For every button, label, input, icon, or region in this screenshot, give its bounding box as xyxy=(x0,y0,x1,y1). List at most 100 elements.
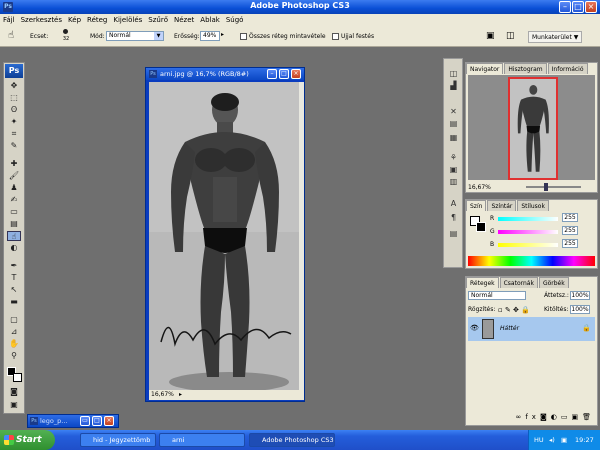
zoom-slider-thumb[interactable] xyxy=(544,183,548,191)
layer-comps-dock-icon[interactable]: ▤ xyxy=(448,229,459,239)
tab-swatches[interactable]: Színtár xyxy=(487,200,517,211)
chevron-down-icon[interactable]: ▼ xyxy=(154,32,163,40)
workspace-button[interactable]: Munkaterület ▼ xyxy=(528,31,583,43)
smudge-tool-icon[interactable]: ☝ xyxy=(8,30,14,41)
channel-b-value[interactable]: 255 xyxy=(562,239,578,248)
palette-well-icon[interactable]: ◫ xyxy=(506,31,515,41)
doc-maximize-icon[interactable]: □ xyxy=(279,69,289,79)
menu-select[interactable]: Kijelölés xyxy=(113,16,142,24)
menu-image[interactable]: Kép xyxy=(68,16,81,24)
color-spectrum-ramp[interactable] xyxy=(468,256,595,266)
menu-help[interactable]: Súgó xyxy=(226,16,244,24)
clock[interactable]: 19:27 xyxy=(575,430,594,450)
sample-all-checkbox[interactable] xyxy=(240,33,247,40)
brush-picker[interactable]: 32 xyxy=(58,28,74,44)
layer-row[interactable]: 👁 Háttér 🔒 xyxy=(468,317,595,341)
mask-icon[interactable]: ◙ xyxy=(540,413,551,421)
shape-tool-icon[interactable]: ▬ xyxy=(7,297,21,307)
document-zoom[interactable]: 16,67% xyxy=(151,391,174,398)
tab-navigator[interactable]: Navigator xyxy=(466,63,504,74)
close-icon[interactable]: × xyxy=(585,1,597,13)
menu-file[interactable]: Fájl xyxy=(3,16,15,24)
start-button[interactable]: Start xyxy=(0,430,55,450)
history-brush-icon[interactable]: ✍ xyxy=(7,195,21,205)
eyedropper-tool-icon[interactable]: ⊿ xyxy=(7,327,21,337)
finger-paint-checkbox[interactable] xyxy=(332,33,339,40)
layer-name[interactable]: Háttér xyxy=(500,325,519,332)
pen-tool-icon[interactable]: ✒ xyxy=(7,261,21,271)
paragraph-dock-icon[interactable]: ¶ xyxy=(448,213,459,223)
strength-input[interactable]: 49% xyxy=(200,31,220,41)
minimized-document[interactable]: Ps lego_p... ▭ □ × xyxy=(27,414,119,428)
marquee-tool-icon[interactable]: ⬚ xyxy=(7,93,21,103)
actions-dock-icon[interactable]: ▦ xyxy=(448,133,459,143)
menu-edit[interactable]: Szerkesztés xyxy=(21,16,62,24)
gradient-tool-icon[interactable]: ▤ xyxy=(7,219,21,229)
crop-tool-icon[interactable]: ⌗ xyxy=(7,129,21,139)
tab-channels[interactable]: Csatornák xyxy=(499,277,538,288)
tab-styles[interactable]: Stílusok xyxy=(517,200,549,211)
minidoc-maximize-icon[interactable]: □ xyxy=(92,416,102,426)
strength-arrow-icon[interactable]: ▸ xyxy=(221,31,224,38)
minimize-icon[interactable]: – xyxy=(559,1,571,13)
file-browser-icon[interactable]: ▣ xyxy=(486,31,495,41)
menu-layer[interactable]: Réteg xyxy=(87,16,107,24)
navigator-zoom-slider[interactable] xyxy=(526,183,581,191)
new-layer-icon[interactable]: ▣ xyxy=(571,413,582,421)
navigator-preview[interactable] xyxy=(468,75,595,180)
history-dock-icon[interactable]: ▤ xyxy=(448,119,459,129)
tab-info[interactable]: Információ xyxy=(547,63,588,74)
doc-close-icon[interactable]: × xyxy=(291,69,301,79)
maximize-icon[interactable]: □ xyxy=(572,1,584,13)
adjustment-icon[interactable]: ◐ xyxy=(551,413,561,421)
brushes-dock-icon[interactable]: ⚘ xyxy=(448,153,459,163)
mode-select[interactable]: Normál ▼ xyxy=(106,31,164,41)
minidoc-restore-icon[interactable]: ▭ xyxy=(80,416,90,426)
eye-icon[interactable]: 👁 xyxy=(470,324,479,332)
path-select-icon[interactable]: ↖ xyxy=(7,285,21,295)
volume-icon[interactable]: ◂) xyxy=(549,430,555,450)
fill-input[interactable]: 100% xyxy=(570,305,590,314)
channel-r-value[interactable]: 255 xyxy=(562,213,578,222)
color-bg-swatch[interactable] xyxy=(476,222,486,232)
lock-icons[interactable]: ▫ ✎ ✥ 🔒 xyxy=(498,306,530,314)
navigator-view-box[interactable] xyxy=(508,77,558,180)
folder-icon[interactable]: ▭ xyxy=(561,413,572,421)
language-indicator[interactable]: HU xyxy=(534,430,544,450)
brush-tool-icon[interactable]: 🖌 xyxy=(7,171,21,181)
background-color-swatch[interactable] xyxy=(13,373,22,382)
healing-tool-icon[interactable]: ✚ xyxy=(7,159,21,169)
doc-minimize-icon[interactable]: – xyxy=(267,69,277,79)
network-icon[interactable]: ▣ xyxy=(561,430,567,450)
tab-curves[interactable]: Görbék xyxy=(538,277,569,288)
channel-g-value[interactable]: 255 xyxy=(562,226,578,235)
tab-color[interactable]: Szín xyxy=(466,200,487,211)
character-dock-icon[interactable]: A xyxy=(448,199,459,209)
taskbar-item-photoshop[interactable]: Adobe Photoshop CS3 xyxy=(249,433,335,447)
dodge-tool-icon[interactable]: ◐ xyxy=(7,243,21,253)
status-menu-icon[interactable]: ▸ xyxy=(179,390,182,400)
tab-layers[interactable]: Rétegek xyxy=(466,277,499,288)
histogram-dock-icon[interactable]: ▟ xyxy=(448,81,459,91)
navigator-dock-icon[interactable]: ◫ xyxy=(448,69,459,79)
tools-dock-icon[interactable]: ✕ xyxy=(448,107,459,117)
image-canvas[interactable] xyxy=(149,82,299,390)
quick-mask-icon[interactable]: ◙ xyxy=(7,387,21,397)
navigator-zoom[interactable]: 16,67% xyxy=(468,184,491,191)
fx-icon[interactable]: fx xyxy=(525,413,540,421)
smudge-tool-icon[interactable]: ☝ xyxy=(7,231,21,241)
stamp-tool-icon[interactable]: ♟ xyxy=(7,183,21,193)
document-window[interactable]: Ps arni.jpg @ 16,7% (RGB/8#) – □ × 16,67… xyxy=(145,67,305,402)
menu-filter[interactable]: Szűrő xyxy=(148,16,168,24)
channel-r-slider[interactable] xyxy=(498,217,558,221)
magic-wand-tool-icon[interactable]: ✦ xyxy=(7,117,21,127)
taskbar-item-folder[interactable]: arni xyxy=(159,433,245,447)
trash-icon[interactable]: 🗑 xyxy=(582,413,595,421)
blend-mode-select[interactable]: Normál xyxy=(468,291,526,300)
screen-mode-icon[interactable]: ▣ xyxy=(7,400,21,410)
channel-g-slider[interactable] xyxy=(498,230,558,234)
link-icon[interactable]: ∞ xyxy=(516,413,526,421)
zoom-tool-icon[interactable]: ⚲ xyxy=(7,351,21,361)
opacity-input[interactable]: 100% xyxy=(570,291,590,300)
slice-tool-icon[interactable]: ✎ xyxy=(7,141,21,151)
